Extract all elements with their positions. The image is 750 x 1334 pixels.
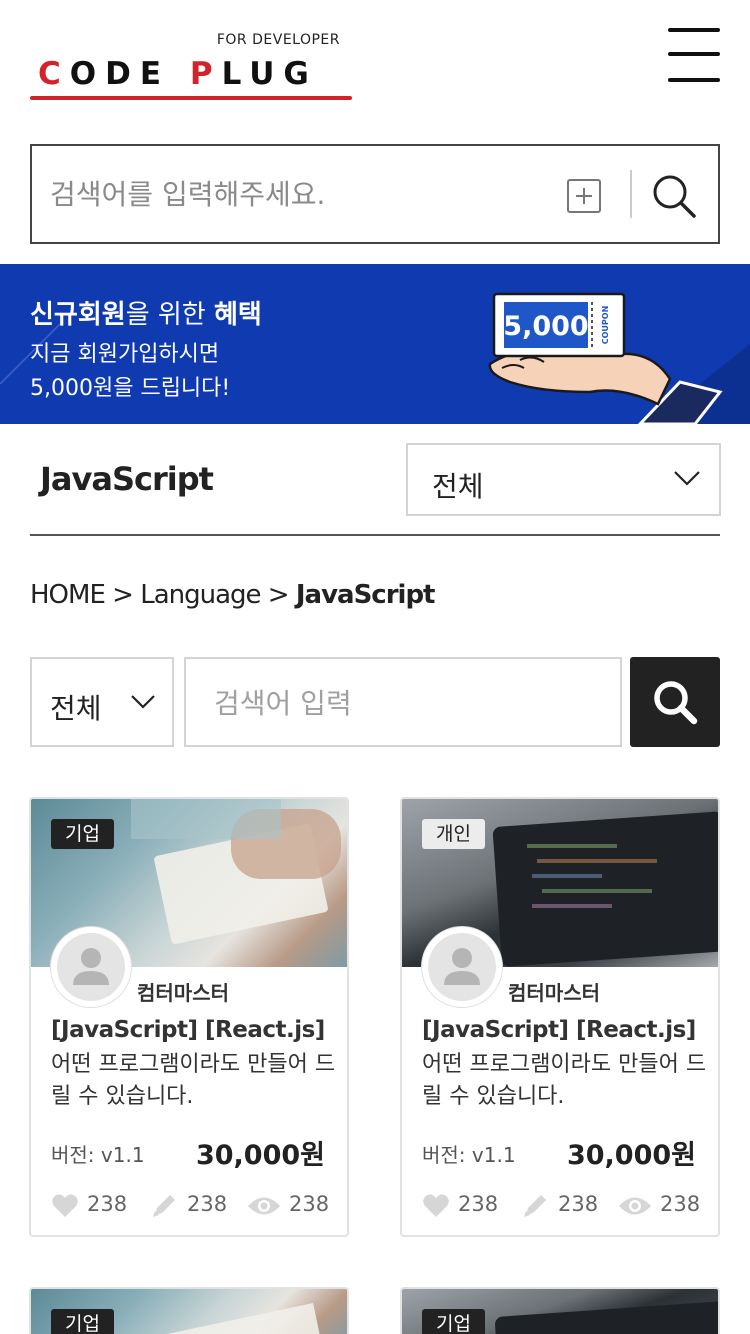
banner-bold-benefit: 혜택 (213, 300, 262, 330)
pencil-icon (524, 1195, 546, 1217)
product-card[interactable]: 기업 (29, 1287, 349, 1334)
card-price: 30,000원 (195, 1140, 325, 1171)
breadcrumb-current: JavaScript (295, 580, 436, 610)
card-badge: 기업 (51, 1309, 114, 1334)
banner-bold-new-member: 신규회원 (30, 300, 126, 330)
card-version: 버전: v1.1 (422, 1143, 516, 1167)
logo-letter-p: P (189, 56, 222, 92)
filter-select-value: 전체 (50, 692, 102, 725)
product-card[interactable]: 기업 컴터마스터 [JavaScript] [React.js] 어떤 프로그램… (29, 797, 349, 1237)
search-icon[interactable] (650, 172, 698, 220)
main-search-input[interactable] (50, 174, 550, 214)
card-price: 30,000원 (566, 1140, 696, 1171)
avatar (422, 927, 502, 1007)
user-icon (444, 948, 480, 985)
logo-wordmark: CODE PLUG (38, 56, 318, 92)
banner-subtext-1: 지금 회원가입하시면 (30, 342, 220, 367)
filter-search-input[interactable] (214, 683, 594, 723)
filter-select[interactable]: 전체 (30, 657, 174, 747)
breadcrumb-language[interactable]: Language (140, 580, 261, 610)
breadcrumb: HOME > Language > JavaScript (30, 580, 436, 610)
banner-subtext-2: 5,000원을 드립니다! (30, 376, 231, 401)
card-title: [JavaScript] [React.js] (51, 1017, 325, 1043)
card-badge: 기업 (51, 819, 114, 849)
logo-text-lug: LUG (221, 56, 318, 92)
plus-icon[interactable] (567, 179, 601, 213)
edits-count: 238 (187, 1192, 228, 1216)
header: FOR DEVELOPER CODE PLUG (0, 0, 750, 130)
views-count: 238 (289, 1192, 330, 1216)
edits-count: 238 (558, 1192, 599, 1216)
logo-underline (30, 96, 352, 100)
product-thumbnail: 기업 (402, 1289, 718, 1334)
card-description: 어떤 프로그램이라도 만들어 드릴 수 있습니다. (51, 1052, 336, 1109)
card-version: 버전: v1.1 (51, 1143, 145, 1167)
heart-icon (423, 1194, 449, 1217)
card-title: [JavaScript] [React.js] (422, 1017, 696, 1043)
card-badge: 기업 (422, 1309, 485, 1334)
user-icon (73, 948, 109, 985)
product-card[interactable]: 기업 (400, 1287, 720, 1334)
pencil-icon (153, 1195, 175, 1217)
card-description: 어떤 프로그램이라도 만들어 드릴 수 있습니다. (422, 1052, 707, 1109)
search-divider (630, 170, 632, 218)
coupon-hand-illustration: 5,000 COUPON (480, 274, 750, 424)
category-divider (30, 534, 720, 536)
coupon-label: COUPON (601, 306, 610, 345)
product-thumbnail: 기업 (31, 1289, 347, 1334)
seller-name: 컴터마스터 (508, 981, 600, 1005)
category-title: JavaScript (40, 460, 214, 498)
likes-count: 238 (87, 1192, 128, 1216)
likes-count: 238 (458, 1192, 499, 1216)
card-badge: 개인 (422, 819, 485, 849)
codeplug-logo[interactable]: FOR DEVELOPER CODE PLUG (30, 30, 360, 105)
coupon-value: 5,000 (503, 311, 588, 342)
logo-letter-c: C (38, 56, 70, 92)
logo-text-ode: ODE (69, 56, 190, 92)
category-select-value: 전체 (432, 470, 484, 503)
eye-icon (619, 1197, 651, 1215)
banner-headline-mid: 을 위한 (125, 300, 214, 330)
eye-icon (248, 1197, 280, 1215)
signup-benefit-banner[interactable]: 신규회원을 위한 혜택 지금 회원가입하시면 5,000원을 드립니다! 5,0… (0, 264, 750, 424)
hamburger-menu-icon[interactable] (668, 28, 720, 84)
card-stats: 238 238 238 (51, 1191, 331, 1221)
seller-name: 컴터마스터 (137, 981, 229, 1005)
card-stats: 238 238 238 (422, 1191, 702, 1221)
breadcrumb-home[interactable]: HOME (30, 580, 106, 610)
category-select[interactable]: 전체 (406, 443, 721, 516)
breadcrumb-separator: > (260, 580, 296, 610)
banner-headline: 신규회원을 위한 혜택 (30, 294, 262, 331)
filter-search-field (184, 657, 622, 747)
views-count: 238 (660, 1192, 701, 1216)
product-card[interactable]: 개인 컴터마스터 [JavaScript] [React.js] 어떤 프로그램… (400, 797, 720, 1237)
main-search-bar (30, 144, 720, 244)
heart-icon (52, 1194, 78, 1217)
chevron-down-icon (674, 471, 700, 486)
breadcrumb-separator: > (104, 580, 141, 610)
avatar (51, 927, 131, 1007)
search-icon (654, 681, 698, 725)
chevron-down-icon (131, 695, 155, 709)
logo-tagline: FOR DEVELOPER (216, 32, 340, 48)
filter-search-button[interactable] (630, 657, 720, 747)
